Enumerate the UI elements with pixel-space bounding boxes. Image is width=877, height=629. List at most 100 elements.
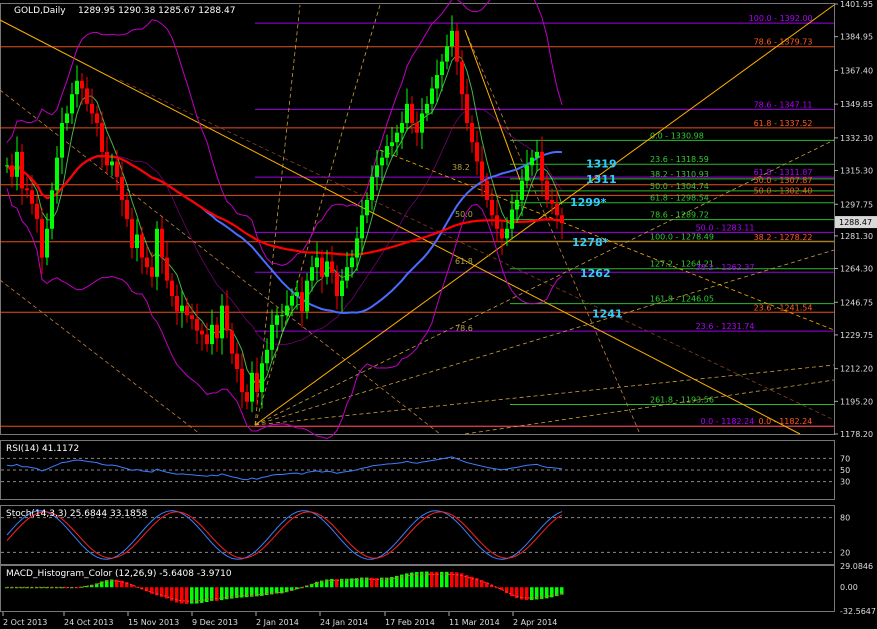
- candle-body: [370, 176, 374, 200]
- macd-tick-label: 0.00: [840, 583, 858, 592]
- candle-body: [115, 161, 119, 177]
- candle-body: [505, 228, 509, 239]
- candle-body: [40, 219, 44, 258]
- fib-level-label: 78.6 - 1347.11: [754, 100, 813, 109]
- chart-title: GOLD,Daily: [14, 6, 66, 16]
- candle-body: [265, 349, 269, 364]
- stoch-label: Stoch(14,3,3) 25.6844 33.1858: [6, 509, 147, 519]
- rsi-tick-label: 30: [840, 478, 850, 487]
- candle-body: [105, 151, 109, 166]
- candle-body: [520, 180, 524, 200]
- y-tick-label: 1349.85: [840, 100, 873, 109]
- fib-level-label: 100.0 - 1278.49: [650, 232, 714, 241]
- candle-body: [230, 330, 234, 354]
- candle-body: [210, 324, 214, 345]
- macd-tick-label: -32.5647: [840, 607, 876, 616]
- candle-body: [255, 372, 259, 393]
- candle-body: [360, 215, 364, 239]
- fib-level-label: 261.8 - 1193.56: [650, 395, 714, 404]
- gold-daily-chart: GOLD,Daily 1289.95 1290.38 1285.67 1288.…: [0, 0, 877, 629]
- fib-level-label: 23.6 - 1231.74: [696, 322, 755, 331]
- candle-body: [60, 123, 64, 158]
- candle-body: [280, 315, 284, 317]
- fib-level-label: 78.6 - 1289.72: [650, 211, 709, 220]
- price-target-label: 1278*: [572, 236, 609, 249]
- price-target-label: 1319: [586, 157, 617, 170]
- x-tick-label: 15 Nov 2013: [128, 618, 179, 627]
- candle-body: [70, 94, 74, 114]
- candle-body: [535, 151, 539, 158]
- candle-body: [20, 151, 24, 189]
- candle-body: [90, 103, 94, 114]
- candle-body: [410, 103, 414, 124]
- candle-body: [30, 190, 34, 204]
- price-target-label: 1262: [580, 267, 611, 280]
- candle-body: [75, 80, 79, 95]
- candle-body: [525, 165, 529, 181]
- candle-body: [270, 324, 274, 350]
- candle-body: [290, 296, 294, 306]
- candle-body: [430, 88, 434, 104]
- candle-body: [310, 267, 314, 281]
- inner-fib-label: 38.2: [452, 163, 470, 172]
- candle-body: [240, 369, 244, 393]
- x-tick-label: 2 Apr 2014: [513, 618, 557, 627]
- fib-level-label: 50.0 - 1283.11: [696, 223, 755, 232]
- candle-body: [460, 61, 464, 95]
- rsi-tick-label: 50: [840, 466, 850, 475]
- y-tick-label: 1315.30: [840, 167, 873, 176]
- candle-body: [220, 305, 224, 339]
- y-tick-label: 1297.75: [840, 200, 873, 209]
- y-tick-label: 1401.95: [840, 0, 873, 9]
- y-tick-label: 1332.30: [840, 134, 873, 143]
- fib-level-label: 50.0 - 1304.74: [650, 182, 709, 191]
- candle-body: [65, 113, 69, 124]
- fib-level-label: 38.2 - 1278.22: [754, 233, 813, 242]
- candle-body: [130, 219, 134, 248]
- fib-level-label: 38.2 - 1262.37: [696, 263, 755, 272]
- x-tick-label: 17 Feb 2014: [385, 618, 435, 627]
- fib-level-label: 50.0 - 1302.40: [754, 186, 813, 195]
- x-tick-label: 24 Oct 2013: [64, 618, 113, 627]
- candle-body: [275, 315, 279, 325]
- candle-body: [500, 228, 504, 239]
- candle-body: [150, 267, 154, 277]
- candle-body: [425, 103, 429, 114]
- candle-body: [495, 215, 499, 229]
- candle-body: [160, 228, 164, 258]
- fib-level-label: 23.6 - 1318.59: [650, 155, 709, 164]
- candle-body: [165, 257, 169, 281]
- y-tick-label: 1229.75: [840, 331, 873, 340]
- candle-body: [420, 113, 424, 133]
- candle-body: [365, 199, 369, 216]
- candle-body: [80, 80, 84, 89]
- candle-body: [110, 161, 114, 166]
- fib-level-label: 61.8 - 1298.54: [650, 194, 709, 203]
- macd-histogram-bar: [495, 587, 499, 589]
- y-tick-label: 1384.95: [840, 33, 873, 42]
- candle-body: [45, 228, 49, 258]
- candle-body: [180, 305, 184, 312]
- candle-body: [345, 267, 349, 281]
- y-tick-label: 1178.20: [840, 430, 873, 439]
- candle-body: [385, 146, 389, 158]
- candle-body: [435, 75, 439, 89]
- candle-body: [325, 261, 329, 277]
- candle-body: [320, 257, 324, 277]
- ohlc-header: 1289.95 1290.38 1285.67 1288.47: [78, 6, 235, 16]
- y-tick-label: 1195.20: [840, 397, 873, 406]
- fib-level-label: 100.0 - 1392.00: [749, 14, 813, 23]
- fib-level-label: 0.0 - 1182.24: [759, 417, 813, 426]
- candle-body: [190, 315, 194, 320]
- macd-histogram-bar: [405, 573, 409, 588]
- candle-body: [120, 176, 124, 200]
- candle-body: [510, 209, 514, 229]
- candle-body: [295, 292, 299, 297]
- candle-body: [555, 203, 559, 216]
- candle-body: [470, 123, 474, 143]
- candle-body: [475, 142, 479, 162]
- rsi-tick-label: 70: [840, 454, 850, 463]
- fib-level-label: 0.0 - 1182.24: [701, 417, 755, 426]
- candle-body: [480, 161, 484, 181]
- macd-label: MACD_Histogram_Color (12,26,9) -5.6408 -…: [6, 569, 232, 579]
